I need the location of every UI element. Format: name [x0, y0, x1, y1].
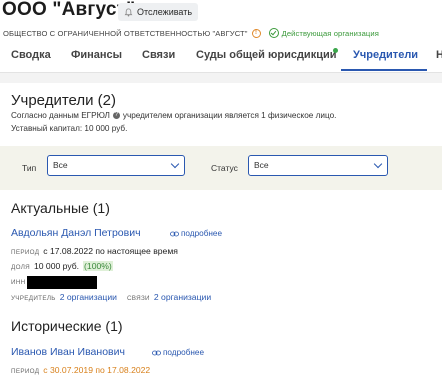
more-link-label: подробнее [163, 348, 205, 357]
type-select[interactable]: Все [47, 155, 185, 176]
links-orgs-link[interactable]: 2 организации [154, 292, 211, 302]
relations-row: учредитель 2 организации связи 2 организ… [11, 292, 211, 302]
more-link-label: подробнее [181, 229, 223, 238]
inn-redacted [26, 276, 97, 289]
period-row: период с 17.08.2022 по настоящее время [11, 246, 178, 256]
new-indicator-dot [333, 48, 338, 53]
status-badge: Действующая организация [268, 28, 379, 38]
share-label: доля [11, 264, 30, 271]
link-icon [170, 231, 179, 236]
help-icon[interactable]: ? [112, 112, 120, 119]
period-label: период [11, 249, 40, 256]
filter-panel: Тип Все Статус Все [0, 146, 442, 190]
more-link[interactable]: подробнее [152, 348, 204, 357]
type-select-value: Все [53, 160, 68, 170]
period-value: с 30.07.2019 по 17.08.2022 [43, 365, 151, 375]
company-title: ООО "Август" [2, 0, 136, 20]
company-full-name: ОБЩЕСТВО С ОГРАНИЧЕННОЙ ОТВЕТСТВЕННОСТЬЮ… [3, 28, 379, 38]
tab-bar: Сводка Финансы Связи Суды общей юрисдикц… [0, 42, 442, 73]
description-suffix: учредителем организации является 1 физич… [122, 111, 337, 120]
founder-label: учредитель [11, 295, 56, 302]
period-row: период с 30.07.2019 по 17.08.2022 [11, 365, 150, 375]
links-label: связи [126, 295, 150, 302]
more-link[interactable]: подробнее [170, 229, 222, 238]
tab-next-partial[interactable]: Н [436, 49, 442, 61]
founders-description: Согласно данным ЕГРЮЛ ? учредителем орга… [11, 111, 336, 120]
bell-icon [124, 7, 133, 16]
inn-label: инн [11, 279, 26, 286]
current-heading: Актуальные (1) [11, 200, 110, 216]
tab-general-courts[interactable]: Суды общей юрисдикции [196, 49, 336, 61]
full-name-text: ОБЩЕСТВО С ОГРАНИЧЕННОЙ ОТВЕТСТВЕННОСТЬЮ… [3, 28, 248, 38]
section-separator [0, 73, 442, 83]
follow-label: Отслеживать [137, 7, 193, 17]
person-name-link[interactable]: Иванов Иван Иванович [11, 346, 125, 358]
period-value: с 17.08.2022 по настоящее время [43, 246, 178, 256]
link-icon [152, 350, 161, 355]
period-label: период [11, 368, 40, 375]
chevron-down-icon [373, 159, 383, 169]
tab-links[interactable]: Связи [142, 49, 175, 61]
active-tab-underline [341, 69, 427, 71]
share-percent: (100%) [83, 261, 113, 271]
status-filter-label: Статус [211, 163, 238, 173]
authorized-capital: Уставный капитал: 10 000 руб. [11, 124, 128, 133]
status-text: Действующая организация [281, 28, 379, 38]
tab-finance[interactable]: Финансы [71, 49, 122, 61]
chevron-down-icon [170, 159, 180, 169]
description-prefix: Согласно данным ЕГРЮЛ [11, 111, 110, 120]
follow-button[interactable]: Отслеживать [118, 3, 199, 21]
inn-row: инн [11, 276, 97, 289]
historical-heading: Исторические (1) [11, 318, 123, 334]
status-select-value: Все [254, 160, 269, 170]
check-circle-icon [268, 28, 279, 38]
tab-founders[interactable]: Учредители [353, 49, 418, 61]
status-select[interactable]: Все [248, 155, 388, 176]
tab-summary[interactable]: Сводка [11, 49, 51, 61]
person-name-link[interactable]: Авдольян Данэл Петрович [11, 227, 141, 239]
share-row: доля 10 000 руб. (100%) [11, 261, 113, 271]
founder-orgs-link[interactable]: 2 организации [60, 292, 117, 302]
company-header: ООО "Август" Отслеживать ОБЩЕСТВО С ОГРА… [0, 0, 442, 74]
founders-heading: Учредители (2) [11, 92, 117, 109]
type-filter-label: Тип [22, 163, 37, 173]
share-value: 10 000 руб. [33, 261, 80, 271]
warning-icon[interactable]: ! [251, 28, 261, 38]
